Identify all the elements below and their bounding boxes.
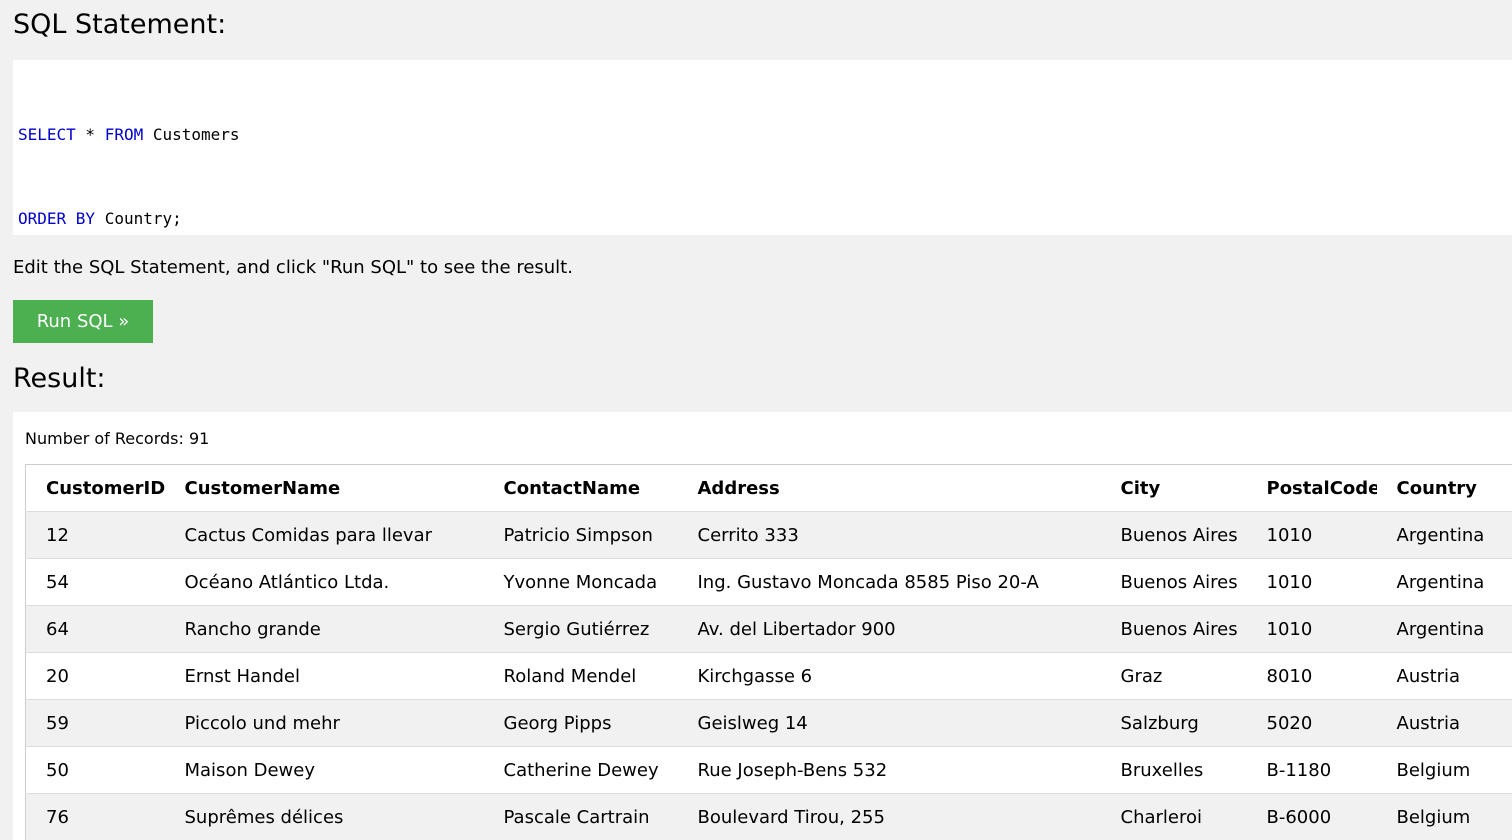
record-count: Number of Records: 91 — [25, 428, 209, 450]
cell-contactname: Georg Pipps — [483, 699, 678, 747]
cell-country: Argentina — [1376, 558, 1512, 606]
code-text: * — [75, 125, 105, 144]
cell-customername: Rancho grande — [164, 605, 484, 653]
cell-country: Argentina — [1376, 605, 1512, 653]
keyword-from: FROM — [104, 125, 144, 144]
sql-statement-heading: SQL Statement: — [13, 9, 227, 40]
table-row: 20 Ernst Handel Roland Mendel Kirchgasse… — [25, 652, 1512, 700]
cell-country: Austria — [1376, 652, 1512, 700]
cell-city: Charleroi — [1100, 793, 1247, 840]
results-table: CustomerID CustomerName ContactName Addr… — [25, 464, 1512, 840]
cell-contactname: Patricio Simpson — [483, 511, 678, 559]
cell-address: Cerrito 333 — [677, 511, 1101, 559]
instruction-text: Edit the SQL Statement, and click "Run S… — [13, 257, 573, 278]
cell-contactname: Catherine Dewey — [483, 746, 678, 794]
table-row: 59 Piccolo und mehr Georg Pipps Geislweg… — [25, 699, 1512, 747]
column-header-address: Address — [677, 464, 1101, 512]
cell-contactname: Pascale Cartrain — [483, 793, 678, 840]
column-header-customerid: CustomerID — [25, 464, 165, 512]
cell-postalcode: 1010 — [1246, 605, 1377, 653]
cell-customerid: 50 — [25, 746, 165, 794]
record-count-value: 91 — [188, 429, 210, 448]
result-heading: Result: — [13, 363, 106, 394]
cell-customername: Maison Dewey — [164, 746, 484, 794]
cell-customerid: 59 — [25, 699, 165, 747]
cell-city: Bruxelles — [1100, 746, 1247, 794]
table-header-row: CustomerID CustomerName ContactName Addr… — [25, 464, 1512, 512]
cell-city: Salzburg — [1100, 699, 1247, 747]
cell-country: Argentina — [1376, 511, 1512, 559]
column-header-postalcode: PostalCode — [1246, 464, 1377, 512]
result-panel: Number of Records: 91 CustomerID Custome… — [13, 412, 1512, 840]
cell-city: Buenos Aires — [1100, 605, 1247, 653]
cell-address: Boulevard Tirou, 255 — [677, 793, 1101, 840]
cell-address: Geislweg 14 — [677, 699, 1101, 747]
table-row: 54 Océano Atlántico Ltda. Yvonne Moncada… — [25, 558, 1512, 606]
cell-contactname: Sergio Gutiérrez — [483, 605, 678, 653]
sql-editor[interactable]: SELECT * FROM Customers ORDER BY Country… — [13, 60, 1512, 235]
cell-address: Kirchgasse 6 — [677, 652, 1101, 700]
keyword-select: SELECT — [18, 125, 76, 144]
table-row: 12 Cactus Comidas para llevar Patricio S… — [25, 511, 1512, 559]
cell-city: Buenos Aires — [1100, 511, 1247, 559]
cell-customername: Piccolo und mehr — [164, 699, 484, 747]
code-line-1: SELECT * FROM Customers — [18, 121, 1512, 149]
code-text: Country; — [95, 209, 182, 228]
cell-customerid: 12 — [25, 511, 165, 559]
cell-customername: Océano Atlántico Ltda. — [164, 558, 484, 606]
cell-address: Av. del Libertador 900 — [677, 605, 1101, 653]
cell-postalcode: 1010 — [1246, 511, 1377, 559]
cell-postalcode: B-6000 — [1246, 793, 1377, 840]
cell-postalcode: 1010 — [1246, 558, 1377, 606]
column-header-contactname: ContactName — [483, 464, 678, 512]
record-count-label: Number of Records: — [25, 429, 189, 448]
cell-city: Buenos Aires — [1100, 558, 1247, 606]
page: SQL Statement: SELECT * FROM Customers O… — [0, 0, 1512, 840]
cell-postalcode: B-1180 — [1246, 746, 1377, 794]
cell-customername: Cactus Comidas para llevar — [164, 511, 484, 559]
cell-customerid: 64 — [25, 605, 165, 653]
cell-address: Rue Joseph-Bens 532 — [677, 746, 1101, 794]
column-header-city: City — [1100, 464, 1247, 512]
code-text: Customers — [143, 125, 240, 144]
cell-country: Austria — [1376, 699, 1512, 747]
cell-customerid: 76 — [25, 793, 165, 840]
cell-customerid: 54 — [25, 558, 165, 606]
cell-customerid: 20 — [25, 652, 165, 700]
cell-address: Ing. Gustavo Moncada 8585 Piso 20-A — [677, 558, 1101, 606]
table-row: 64 Rancho grande Sergio Gutiérrez Av. de… — [25, 605, 1512, 653]
cell-contactname: Roland Mendel — [483, 652, 678, 700]
table-row: 76 Suprêmes délices Pascale Cartrain Bou… — [25, 793, 1512, 840]
keyword-order-by: ORDER BY — [18, 209, 96, 228]
cell-customername: Suprêmes délices — [164, 793, 484, 840]
cell-postalcode: 5020 — [1246, 699, 1377, 747]
cell-country: Belgium — [1376, 746, 1512, 794]
run-sql-button[interactable]: Run SQL » — [13, 300, 153, 343]
cell-city: Graz — [1100, 652, 1247, 700]
cell-postalcode: 8010 — [1246, 652, 1377, 700]
column-header-customername: CustomerName — [164, 464, 484, 512]
cell-contactname: Yvonne Moncada — [483, 558, 678, 606]
cell-customername: Ernst Handel — [164, 652, 484, 700]
cell-country: Belgium — [1376, 793, 1512, 840]
column-header-country: Country — [1376, 464, 1512, 512]
table-row: 50 Maison Dewey Catherine Dewey Rue Jose… — [25, 746, 1512, 794]
code-line-2: ORDER BY Country; — [18, 205, 1512, 233]
